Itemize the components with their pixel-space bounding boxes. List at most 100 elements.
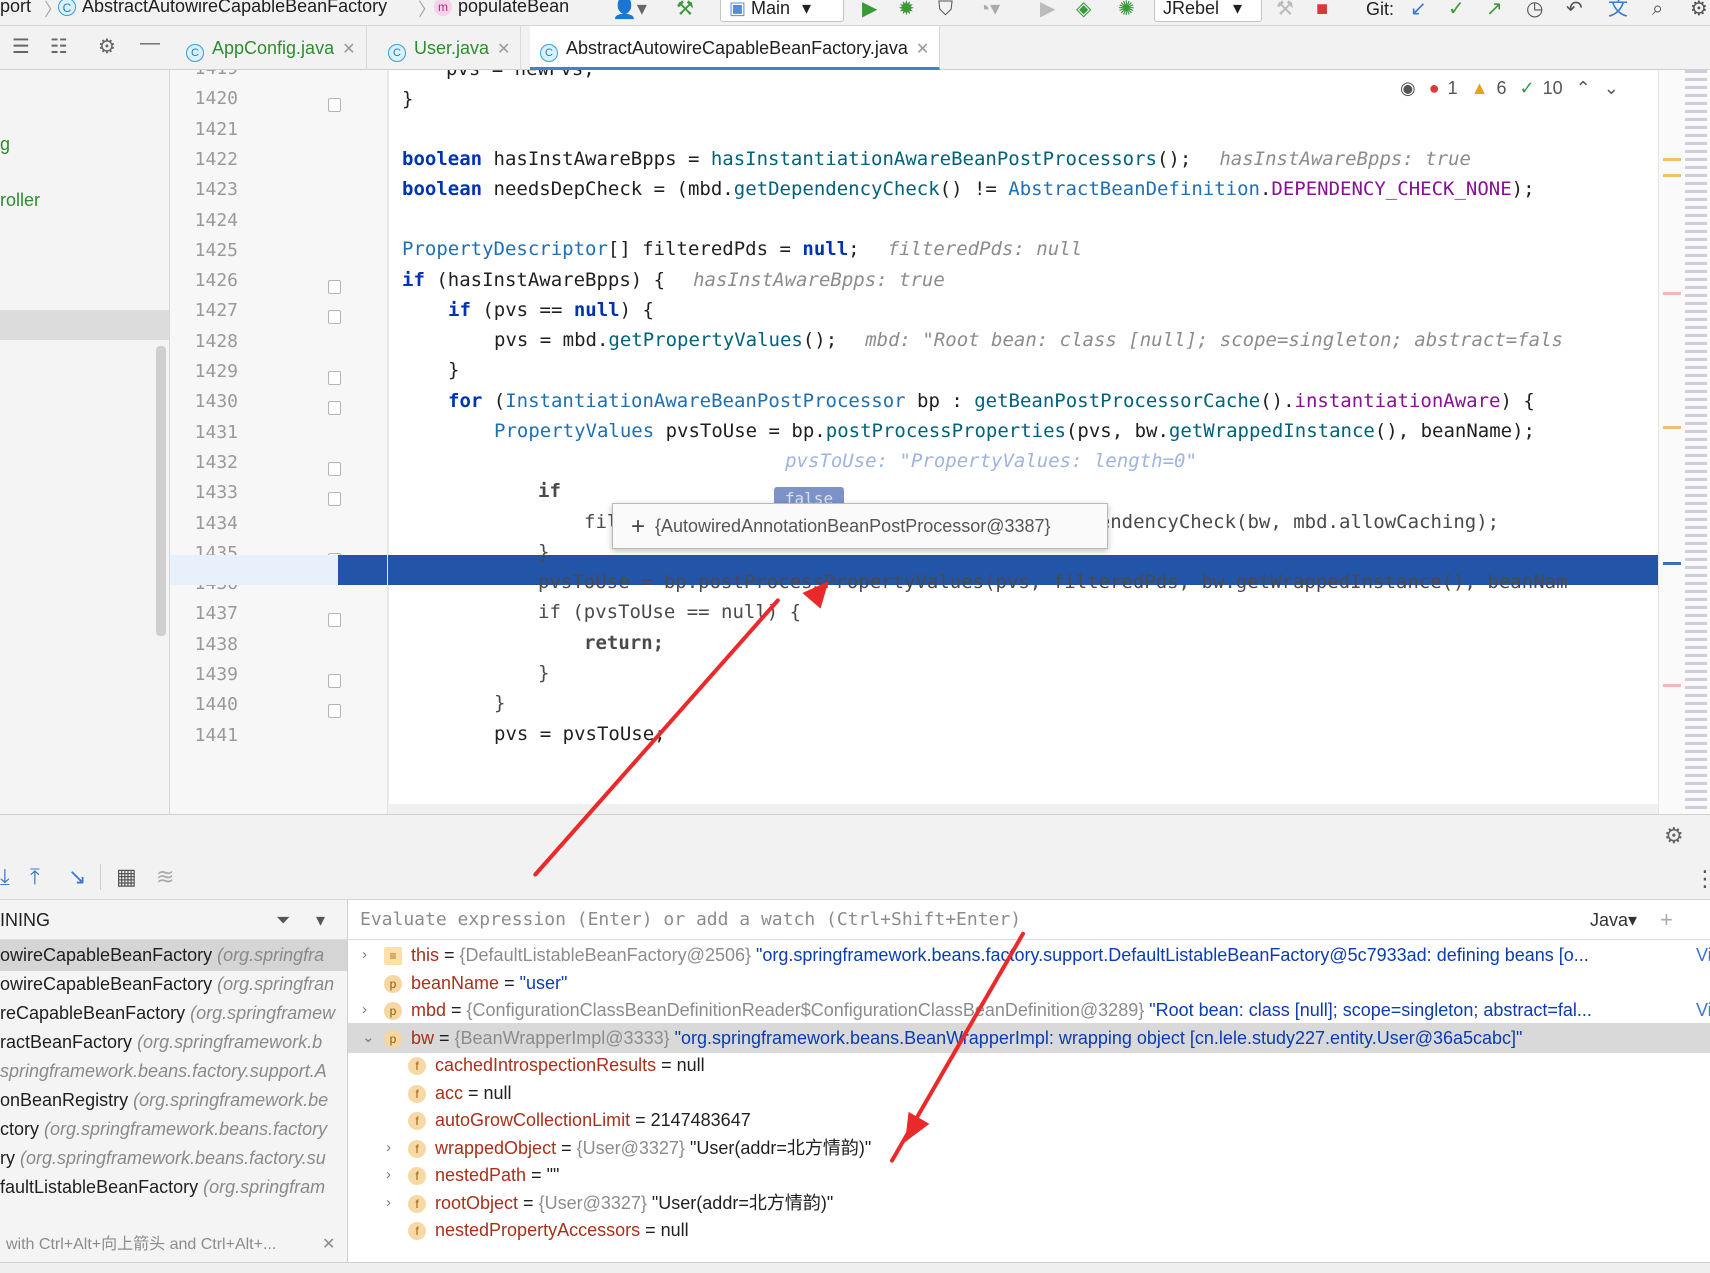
run-to-cursor-icon[interactable]: ↘	[68, 864, 86, 890]
history-icon[interactable]: ◷	[1526, 0, 1543, 22]
variable-row-wrappedObject[interactable]: › f wrappedObject = {User@3327} "User(addr…	[348, 1133, 1710, 1163]
thread-selector[interactable]: INING ⏷ ▾	[0, 900, 347, 940]
more-icon[interactable]: ⋮	[1694, 866, 1710, 892]
filter-icon[interactable]: ⏷	[276, 900, 290, 940]
fold-marker-icon[interactable]	[328, 704, 341, 719]
line-number[interactable]: 1421	[178, 119, 238, 140]
build-hammer-icon[interactable]: ⚒	[676, 0, 694, 22]
tab-user[interactable]: C User.java ✕	[378, 26, 522, 70]
reader-mode-icon[interactable]: ◉	[1400, 78, 1416, 98]
hammer-disabled-icon[interactable]: ⚒	[1276, 0, 1294, 22]
fold-marker-icon[interactable]	[328, 492, 341, 507]
collapse-all-icon[interactable]: ☷	[50, 34, 68, 59]
project-item-fragment[interactable]: g	[0, 134, 10, 155]
expand-chevron-icon[interactable]: ›	[386, 1160, 391, 1190]
line-number[interactable]: 1431	[178, 422, 238, 443]
line-number[interactable]: 1429	[178, 361, 238, 382]
variable-row-cachedIntrospectionResults[interactable]: f cachedIntrospectionResults = null	[348, 1050, 1710, 1080]
git-update-icon[interactable]: ↙	[1410, 0, 1427, 22]
user-icon[interactable]: 👤▾	[612, 0, 647, 22]
fold-marker-icon[interactable]	[328, 280, 341, 295]
stack-frame[interactable]: ctory (org.springframework.beans.factory	[0, 1114, 347, 1145]
step-into-icon[interactable]: ⤓	[0, 864, 10, 890]
close-icon[interactable]: ✕	[497, 41, 510, 58]
line-number[interactable]: 1422	[178, 149, 238, 170]
git-push-icon[interactable]: ↗	[1486, 0, 1503, 22]
stack-frame[interactable]: owireCapableBeanFactory (org.springfran	[0, 969, 347, 1000]
previous-highlight-icon[interactable]: ⌃	[1576, 78, 1591, 98]
close-icon[interactable]: ✕	[916, 41, 929, 58]
editor-error-stripe[interactable]	[1658, 70, 1710, 814]
stack-frame[interactable]: ry (org.springframework.beans.factory.su	[0, 1143, 347, 1174]
stack-frame[interactable]: reCapableBeanFactory (org.springframew	[0, 998, 347, 1029]
line-number[interactable]: 1434	[178, 513, 238, 534]
line-number[interactable]: 1428	[178, 331, 238, 352]
expand-chevron-icon[interactable]: ›	[362, 940, 367, 970]
variable-row-acc[interactable]: f acc = null	[348, 1078, 1710, 1108]
translate-icon[interactable]: 文	[1608, 0, 1628, 22]
evaluate-expression-input[interactable]: Evaluate expression (Enter) or add a wat…	[348, 900, 1710, 940]
coverage-icon[interactable]: ⛉	[938, 0, 953, 22]
evaluate-table-icon[interactable]: ▦	[116, 864, 137, 890]
profile-icon[interactable]: ◔▾	[978, 0, 1000, 22]
project-item-fragment[interactable]: roller	[0, 190, 40, 211]
variable-row-nestedPath[interactable]: › f nestedPath = ""	[348, 1160, 1710, 1190]
fold-marker-icon[interactable]	[328, 461, 341, 476]
expand-chevron-icon[interactable]: ›	[386, 1188, 391, 1218]
minimize-icon[interactable]: —	[140, 32, 160, 55]
language-select[interactable]: Java▾	[1590, 900, 1637, 940]
variable-row-beanName[interactable]: p beanName = "user"	[348, 968, 1710, 998]
run-icon[interactable]: ▶	[862, 0, 877, 22]
expand-chevron-icon[interactable]: ›	[386, 1133, 391, 1163]
fold-marker-icon[interactable]	[328, 401, 341, 416]
close-icon[interactable]: ✕	[342, 41, 355, 58]
chevron-down-icon[interactable]: ▾	[316, 900, 325, 940]
stop-icon[interactable]: ■	[1316, 0, 1328, 22]
collapse-chevron-icon[interactable]: ⌄	[362, 1023, 375, 1053]
line-number[interactable]: 1439	[178, 664, 238, 685]
debug-icon[interactable]: ✹	[898, 0, 915, 22]
breadcrumb-package[interactable]: port	[0, 0, 31, 17]
variable-row-rootObject[interactable]: › f rootObject = {User@3327} "User(addr=北方…	[348, 1188, 1710, 1218]
project-scrollbar[interactable]	[156, 346, 166, 636]
tab-appconfig[interactable]: C AppConfig.java ✕	[176, 26, 367, 70]
trace-icon[interactable]: ≋	[156, 864, 174, 890]
view-link[interactable]: Vie	[1696, 940, 1710, 970]
stack-frame[interactable]: faultListableBeanFactory (org.springfram	[0, 1172, 347, 1203]
line-number[interactable]: 1432	[178, 452, 238, 473]
line-number[interactable]: 1438	[178, 634, 238, 655]
jrebel-run-icon[interactable]: ◈	[1076, 0, 1091, 22]
add-watch-icon[interactable]: +	[1660, 900, 1673, 940]
line-number[interactable]: 1426	[178, 270, 238, 291]
view-link[interactable]: Vie	[1696, 995, 1710, 1025]
settings-icon[interactable]: ⚙	[1690, 0, 1708, 22]
breadcrumb-method[interactable]: m populateBean	[434, 0, 569, 17]
debug-settings-icon[interactable]: ⚙	[1664, 823, 1684, 849]
next-highlight-icon[interactable]: ⌄	[1604, 78, 1619, 98]
variable-row-nestedPropertyAccessors[interactable]: f nestedPropertyAccessors = null	[348, 1215, 1710, 1245]
git-commit-icon[interactable]: ✓	[1448, 0, 1465, 22]
variable-row-autoGrowCollectionLimit[interactable]: f autoGrowCollectionLimit = 2147483647	[348, 1105, 1710, 1135]
gear-icon[interactable]: ⚙	[98, 34, 116, 59]
tab-abstract-autowire[interactable]: C AbstractAutowireCapableBeanFactory.java…	[530, 26, 941, 70]
expand-chevron-icon[interactable]: ›	[362, 995, 367, 1025]
expand-plus-icon[interactable]: +	[631, 513, 645, 540]
close-icon[interactable]: ✕	[322, 1230, 335, 1260]
jrebel-select[interactable]: JRebel ▾	[1154, 0, 1262, 22]
inspection-widget[interactable]: ◉ ● 1 ▲ 6 ✓ 10 ⌃ ⌄	[1400, 78, 1627, 104]
fold-marker-icon[interactable]	[328, 674, 341, 688]
fold-marker-icon[interactable]	[328, 371, 341, 385]
line-number[interactable]: 1425	[178, 240, 238, 261]
code-editor[interactable]: pvs = newPvs; } boolean hasInstAwareBpps…	[388, 70, 1658, 814]
jrebel-debug-icon[interactable]: ✺	[1118, 0, 1135, 22]
stack-frame[interactable]: springframework.beans.factory.support.A	[0, 1056, 347, 1087]
stack-frame[interactable]: onBeanRegistry (org.springframework.be	[0, 1085, 347, 1116]
line-number[interactable]: 1423	[178, 179, 238, 200]
stack-frame[interactable]: owireCapableBeanFactory (org.springfra	[0, 940, 347, 971]
line-number[interactable]: 1437	[178, 603, 238, 624]
breadcrumb-class[interactable]: C AbstractAutowireCapableBeanFactory	[58, 0, 387, 17]
line-number[interactable]: 1433	[178, 482, 238, 503]
editor-horizontal-scrollbar[interactable]	[388, 804, 1658, 814]
fold-marker-icon[interactable]	[328, 310, 341, 325]
run-config-select[interactable]: ▣ Main ▾	[720, 0, 844, 22]
